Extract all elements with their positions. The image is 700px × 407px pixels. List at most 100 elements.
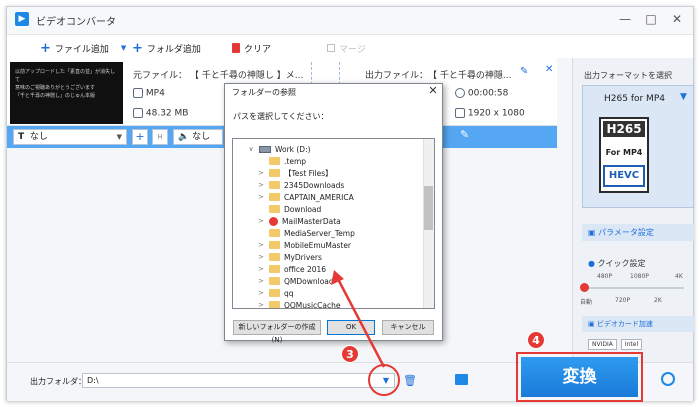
subtitle-select[interactable]: T なし ▼	[13, 129, 127, 145]
merge-button[interactable]: マージ	[327, 41, 366, 55]
plus-icon: +	[40, 40, 51, 56]
parameter-settings-button[interactable]: ▣ パラメータ設定	[582, 224, 694, 241]
folder-label: QQMusicCache	[284, 300, 341, 309]
tree-node[interactable]: MediaServer_Temp	[257, 227, 355, 239]
folder-icon	[269, 181, 280, 189]
tree-node[interactable]: > office 2016	[257, 263, 326, 275]
chevron-down-icon[interactable]: ▼	[121, 44, 126, 52]
quality-tick: 4K	[675, 273, 683, 280]
source-file-name: 【 千と千尋の神隠し 】メ...	[190, 71, 304, 81]
hdr-button[interactable]: H	[152, 129, 168, 145]
add-subtitle-button[interactable]: +	[132, 129, 148, 145]
tree-node[interactable]: >2345Downloads	[257, 179, 344, 191]
merge-label: マージ	[339, 44, 366, 55]
resolution: 1920 x 1080	[455, 108, 525, 119]
mailmaster-icon	[269, 216, 278, 226]
video-thumbnail[interactable]: 以前アップロードした「素直の並」が消失して 意味のご視聴ありがとうございます 「…	[10, 62, 123, 124]
chevron-down-icon[interactable]: ▼	[680, 92, 687, 102]
format-icon	[133, 88, 143, 98]
folder-label: CAPTAIN_AMERICA	[284, 192, 354, 202]
add-folder-label: フォルダ追加	[146, 44, 201, 55]
gpu-acceleration: ▣ ビデオカード加速	[582, 316, 694, 332]
add-folder-button[interactable]: + フォルダ追加	[132, 41, 201, 55]
intel-option[interactable]: Intel	[620, 339, 643, 350]
source-format: MP4	[133, 88, 165, 99]
folder-label: MobileEmuMaster	[284, 240, 352, 250]
tree-node[interactable]: > CAPTAIN_AMERICA	[257, 191, 354, 203]
subtitle-value: なし	[29, 132, 48, 142]
add-file-label: ファイル追加	[54, 44, 109, 55]
chevron-right-icon[interactable]: >	[257, 169, 265, 177]
tree-node[interactable]: > QQMusicCache	[257, 299, 341, 309]
folder-label: QMDownload	[284, 276, 334, 286]
alarm-icon[interactable]	[661, 372, 675, 386]
nvidia-option[interactable]: NVIDIA	[588, 339, 617, 350]
tree-node[interactable]: > MyDrivers	[257, 251, 322, 263]
folder-label: MyDrivers	[284, 252, 322, 262]
folder-icon	[269, 205, 280, 213]
minimize-button[interactable]: —	[614, 9, 636, 29]
folder-label: .temp	[284, 156, 307, 166]
edit-icon[interactable]: ✎	[460, 128, 469, 141]
edit-filename-icon[interactable]: ✎	[520, 66, 528, 77]
clock-icon	[455, 88, 465, 98]
tree-node[interactable]: > qq	[257, 287, 293, 299]
gpu-icon: ▣	[588, 320, 595, 328]
tree-node[interactable]: .temp	[257, 155, 306, 167]
tree-node[interactable]: > MobileEmuMaster	[257, 239, 351, 251]
folder-icon	[269, 241, 280, 249]
chevron-right-icon[interactable]: >	[257, 277, 265, 285]
output-file-label: 出力ファイル：	[365, 71, 429, 81]
close-item-icon[interactable]: ✕	[545, 64, 553, 75]
ok-button[interactable]: OK	[327, 320, 375, 335]
chevron-right-icon[interactable]: >	[257, 301, 265, 308]
folder-icon	[269, 169, 280, 177]
quality-tick: 2K	[654, 297, 662, 304]
convert-button[interactable]: 変換	[521, 357, 638, 397]
resolution-icon	[455, 108, 465, 118]
folder-icon	[269, 193, 280, 201]
step-4-badge: 4	[527, 331, 545, 349]
tree-node[interactable]: > 【Test Files】	[257, 167, 333, 179]
tree-node-drive[interactable]: ∨ Work (D:)	[247, 143, 310, 155]
chevron-right-icon[interactable]: >	[257, 265, 265, 273]
format-card-hevc: HEVC	[603, 165, 645, 187]
quick-settings-label: クイック設定	[597, 259, 646, 268]
text-icon: T	[18, 132, 25, 142]
output-file-name: 【 千と千尋の神隠...	[428, 71, 512, 81]
close-button[interactable]: ✕	[666, 9, 688, 29]
chevron-right-icon[interactable]: >	[257, 253, 265, 261]
chevron-right-icon[interactable]: >	[257, 193, 265, 201]
open-folder-icon[interactable]	[455, 374, 468, 385]
output-folder-label: 出力フォルダ：	[30, 377, 86, 386]
chevron-right-icon[interactable]: >	[257, 241, 265, 249]
clear-button[interactable]: クリア	[232, 41, 271, 55]
quality-slider-handle[interactable]	[580, 283, 589, 292]
thumbnail-text: 「千と千尋の神隠し」のじゅん本版	[15, 93, 96, 99]
maximize-button[interactable]: □	[640, 9, 662, 29]
audio-select[interactable]: 🔈 なし	[173, 129, 223, 145]
new-folder-button[interactable]: 新しいフォルダーの作成(N)	[233, 320, 321, 344]
tree-scrollbar-thumb[interactable]	[424, 186, 433, 230]
dialog-close-button[interactable]: ✕	[425, 84, 441, 98]
cancel-button[interactable]: キャンセル	[382, 320, 434, 335]
chevron-right-icon[interactable]: >	[257, 289, 265, 297]
dialog-message: パスを選択してください：	[233, 112, 329, 121]
audio-icon: 🔈	[178, 132, 190, 142]
duration: 00:00:58	[455, 88, 508, 99]
folder-tree[interactable]: ∨ Work (D:) .temp > 【Test Files】 >2345Dow…	[232, 138, 435, 309]
tree-node[interactable]: Download	[257, 203, 321, 215]
quality-tick: 1080P	[630, 273, 649, 280]
drive-icon	[259, 145, 271, 153]
add-file-button[interactable]: + ファイル追加 ▼	[40, 41, 126, 55]
quality-slider[interactable]	[584, 287, 684, 289]
folder-label: 2345Downloads	[284, 180, 345, 190]
trash-icon[interactable]: 🗑	[403, 374, 417, 387]
chevron-right-icon[interactable]: >	[257, 217, 265, 225]
tree-node[interactable]: > QMDownload	[257, 275, 334, 287]
tree-node[interactable]: > MailMasterData	[257, 215, 341, 227]
output-folder-field[interactable]: D:\	[82, 373, 395, 388]
chevron-right-icon[interactable]: >	[257, 181, 265, 189]
merge-icon	[327, 44, 335, 52]
chevron-down-icon[interactable]: ∨	[247, 145, 255, 153]
